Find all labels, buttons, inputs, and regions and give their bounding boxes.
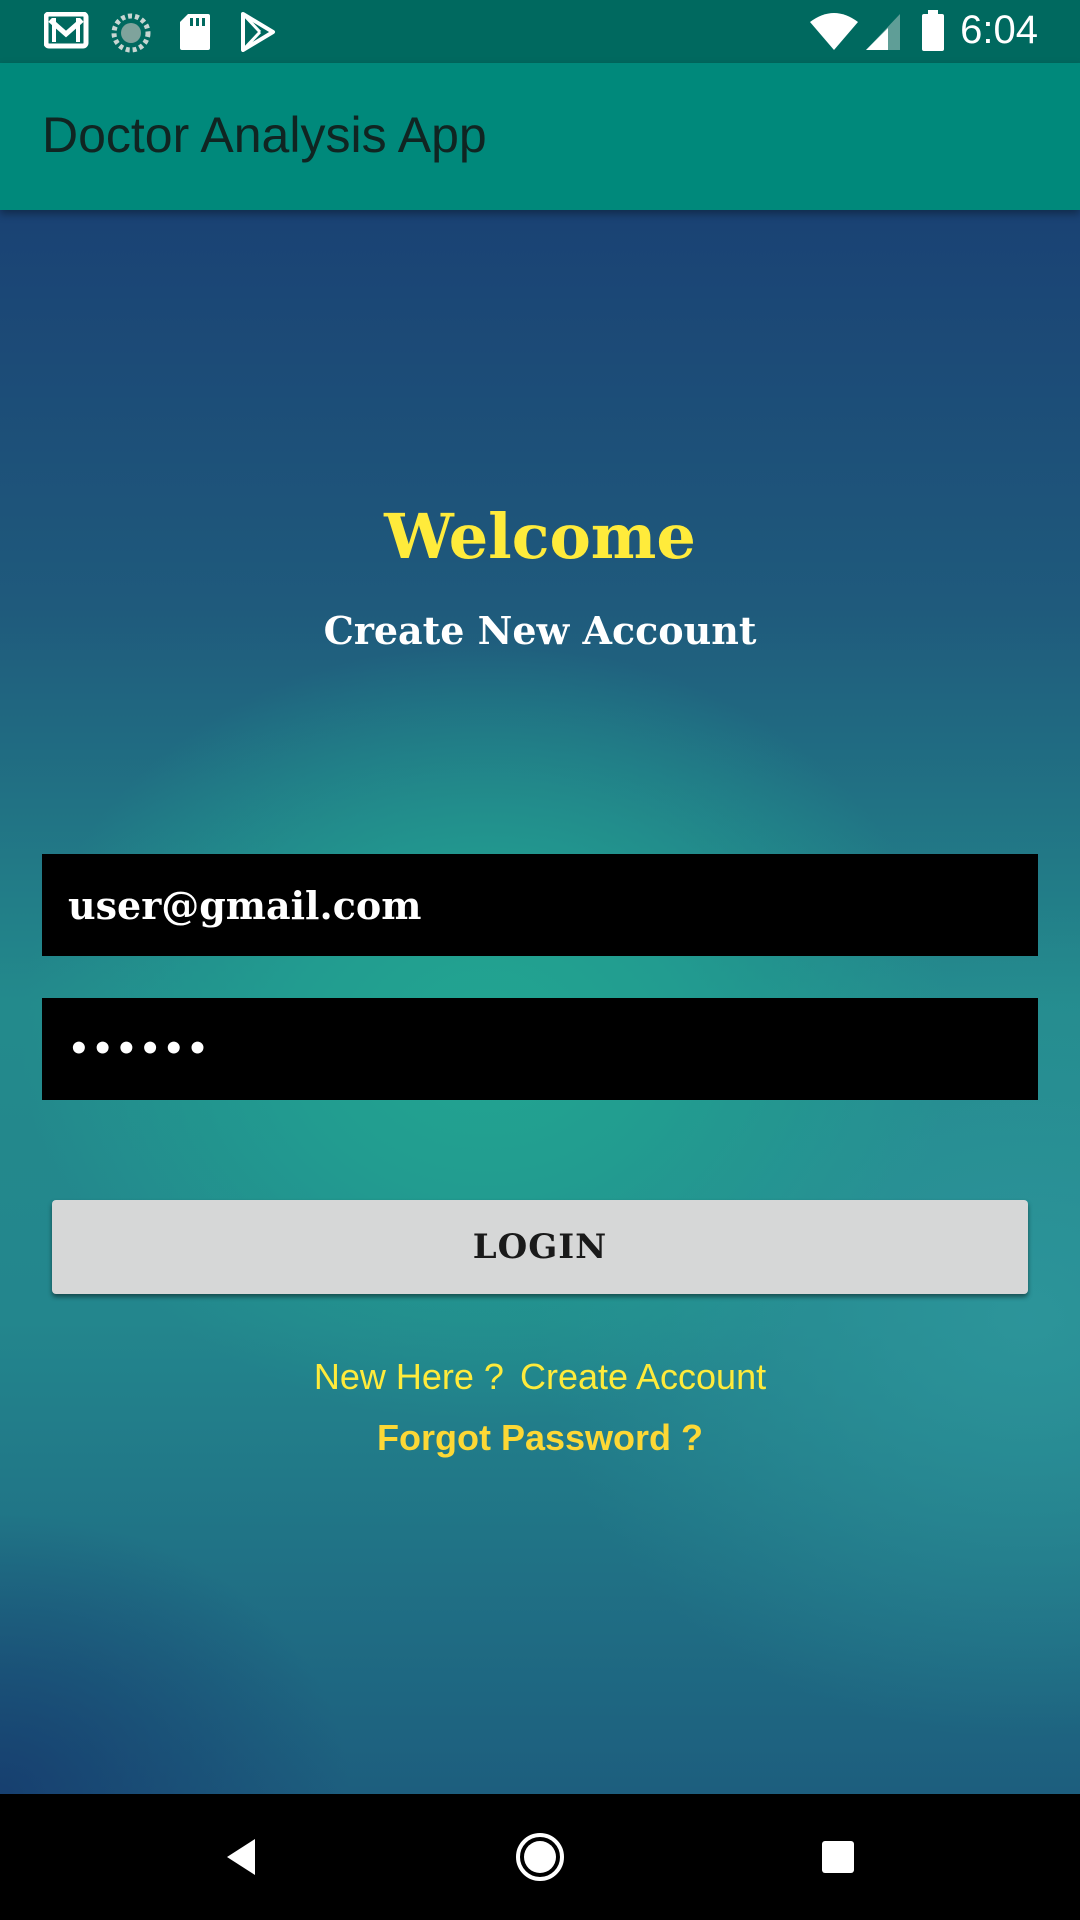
welcome-heading: Welcome — [384, 500, 696, 573]
status-time: 6:04 — [960, 8, 1038, 52]
signup-links: New Here ? Create Account — [0, 1356, 1080, 1398]
create-account-subtitle: Create New Account — [323, 608, 757, 653]
wifi-icon — [808, 12, 860, 57]
login-screen: Welcome Create New Account LOGIN New Her… — [0, 210, 1080, 1794]
new-here-text: New Here ? — [313, 1356, 504, 1397]
back-icon[interactable] — [206, 1822, 276, 1892]
sync-icon — [110, 12, 152, 59]
screen: 6:04 Doctor Analysis App Welcome Create … — [0, 0, 1080, 1920]
app-bar: Doctor Analysis App — [0, 63, 1080, 210]
app-title: Doctor Analysis App — [42, 107, 487, 163]
home-icon[interactable] — [505, 1822, 575, 1892]
play-store-icon — [240, 12, 276, 57]
email-field[interactable] — [42, 854, 1038, 956]
navigation-bar — [0, 1794, 1080, 1920]
battery-icon — [920, 10, 946, 57]
forgot-password-link[interactable]: Forgot Password ? — [0, 1417, 1080, 1459]
gmail-icon — [43, 11, 92, 57]
recents-icon[interactable] — [803, 1822, 873, 1892]
status-bar: 6:04 — [0, 0, 1080, 63]
create-account-link[interactable]: Create Account — [520, 1356, 766, 1398]
password-field[interactable] — [42, 998, 1038, 1100]
sd-card-icon — [178, 12, 212, 57]
signal-icon — [864, 12, 902, 57]
login-button[interactable]: LOGIN — [52, 1200, 1028, 1294]
